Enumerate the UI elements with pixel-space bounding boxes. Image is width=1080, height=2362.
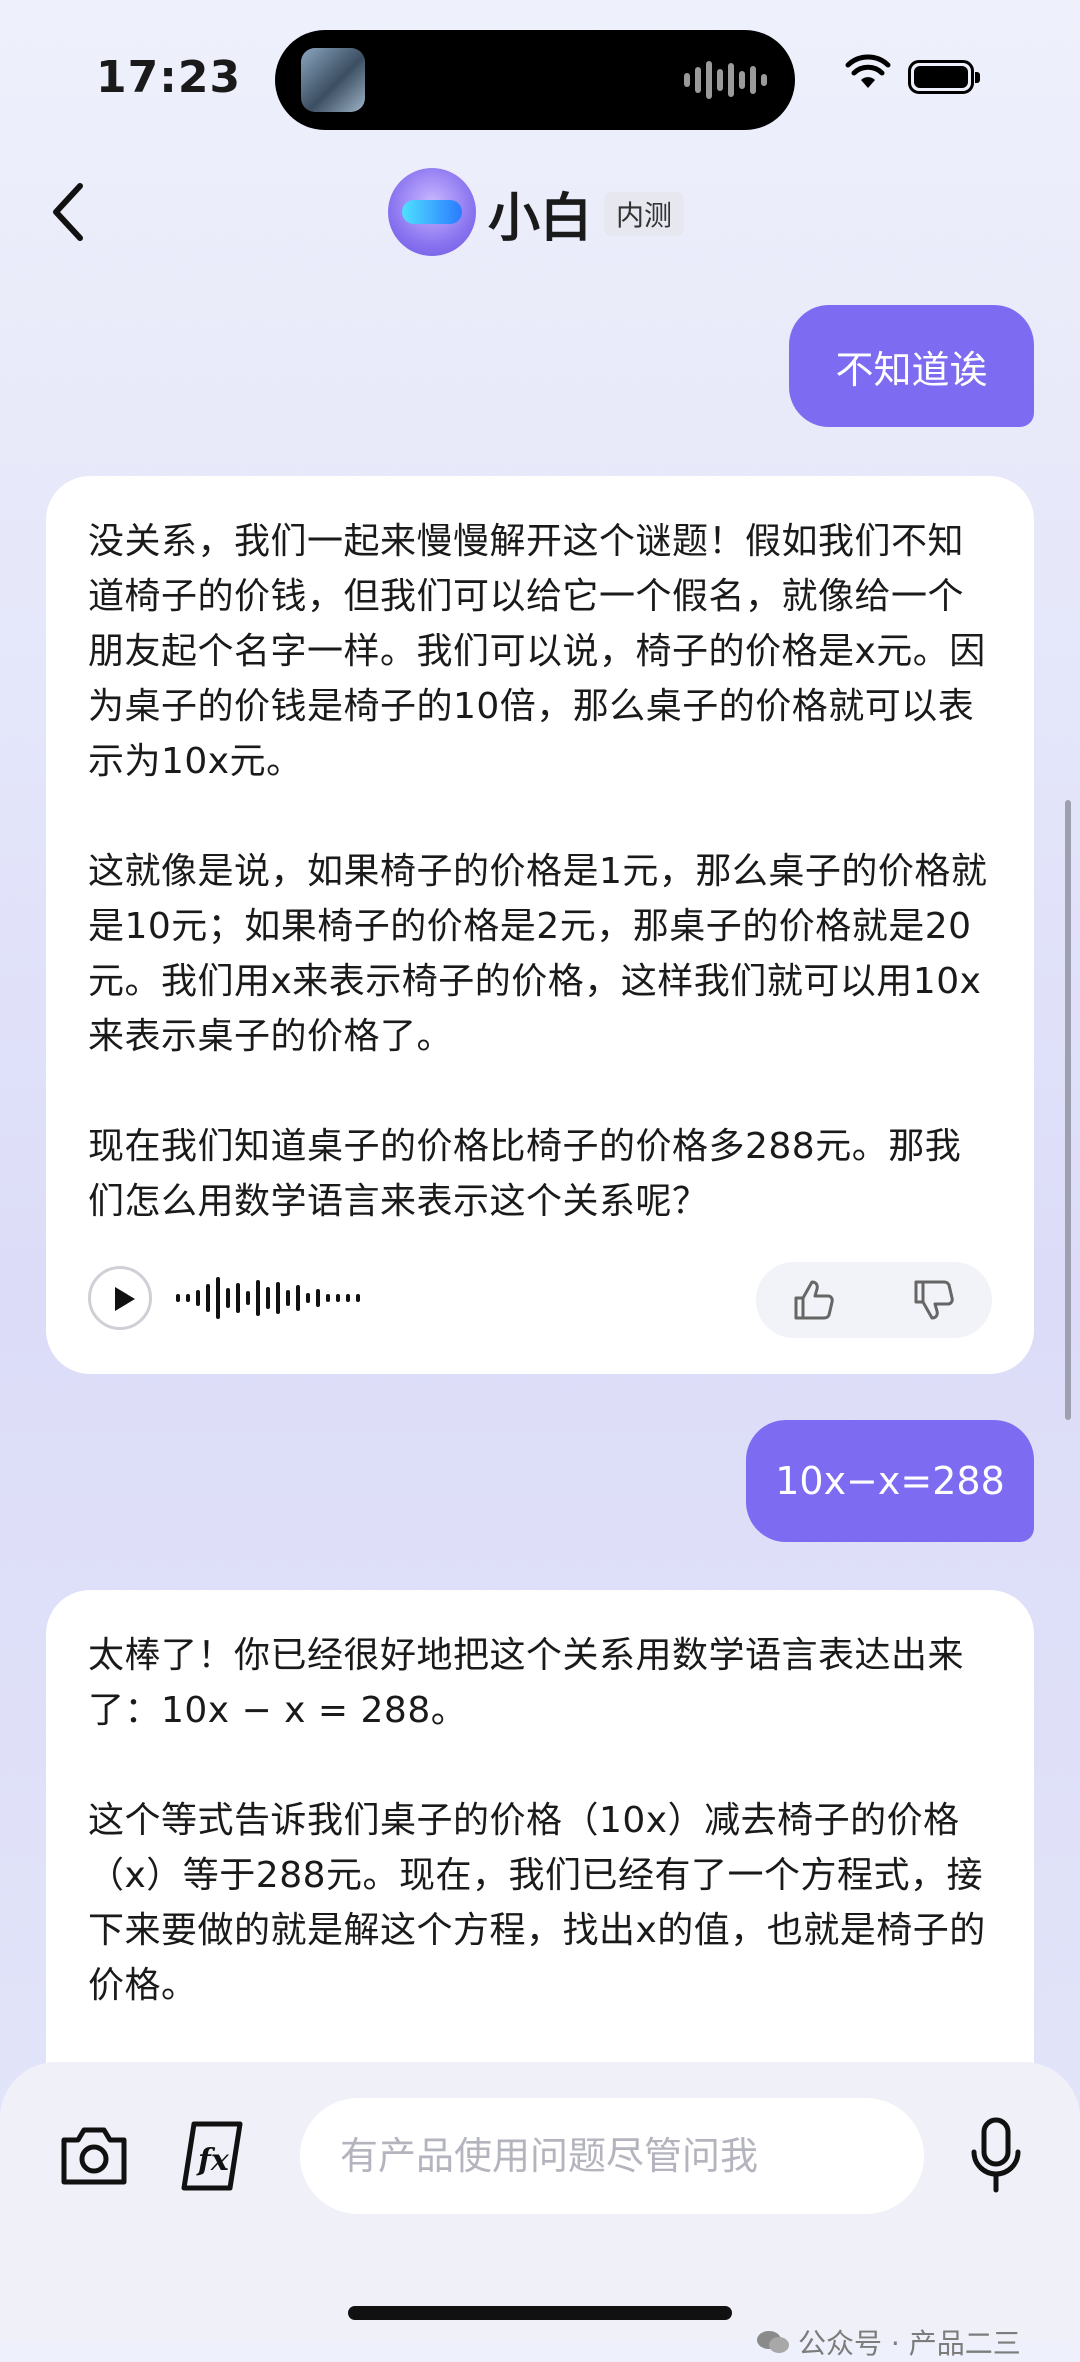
status-bar: 17:23 xyxy=(0,0,1080,160)
audio-player xyxy=(88,1262,992,1338)
user-message: 10x−x=288 xyxy=(746,1420,1034,1542)
message-paragraph: 太棒了！你已经很好地把这个关系用数学语言表达出来了：10x − x = 288。 xyxy=(88,1635,965,1731)
user-message-text: 10x−x=288 xyxy=(775,1459,1005,1503)
voice-waveform xyxy=(176,1272,360,1324)
watermark: 公众号 · 产品二三 xyxy=(756,2322,1021,2362)
message-paragraph: 这个等式告诉我们桌子的价格（10x）减去椅子的价格（x）等于288元。现在，我们… xyxy=(88,1800,986,2006)
assistant-message: 没关系，我们一起来慢慢解开这个谜题！假如我们不知道椅子的价钱，但我们可以给它一个… xyxy=(46,476,1034,1374)
dynamic-island xyxy=(275,30,795,130)
formula-icon[interactable]: fx xyxy=(174,2118,250,2194)
message-input[interactable] xyxy=(300,2098,924,2214)
scrollbar[interactable] xyxy=(1065,800,1071,1420)
status-time: 17:23 xyxy=(96,52,242,103)
watermark-text: 公众号 · 产品二三 xyxy=(798,2327,1021,2360)
audio-wave-icon xyxy=(684,60,767,100)
chat-title: 小白 xyxy=(488,189,593,249)
thumbs-down-icon[interactable] xyxy=(910,1276,958,1324)
message-paragraph: 这就像是说，如果椅子的价格是1元，那么桌子的价格就是10元；如果椅子的价格是2元… xyxy=(88,851,988,1057)
microphone-icon[interactable] xyxy=(968,2116,1024,2196)
back-icon[interactable] xyxy=(48,180,88,244)
home-indicator xyxy=(348,2306,732,2320)
assistant-avatar xyxy=(388,168,476,256)
svg-text:fx: fx xyxy=(196,2143,230,2178)
feedback-group xyxy=(756,1262,992,1338)
user-message: 不知道诶 xyxy=(789,305,1034,427)
camera-icon[interactable] xyxy=(56,2118,132,2194)
wechat-icon xyxy=(757,2331,789,2353)
thumbs-up-icon[interactable] xyxy=(790,1276,838,1324)
message-paragraph: 现在我们知道桌子的价格比椅子的价格多288元。那我们怎么用数学语言来表示这个关系… xyxy=(88,1126,962,1222)
beta-badge: 内测 xyxy=(604,192,685,236)
battery-icon xyxy=(908,60,980,94)
message-paragraph: 没关系，我们一起来慢慢解开这个谜题！假如我们不知道椅子的价钱，但我们可以给它一个… xyxy=(88,521,986,782)
now-playing-thumbnail xyxy=(301,48,365,112)
wifi-icon xyxy=(845,54,891,88)
play-icon[interactable] xyxy=(88,1266,152,1330)
user-message-text: 不知道诶 xyxy=(835,347,988,392)
